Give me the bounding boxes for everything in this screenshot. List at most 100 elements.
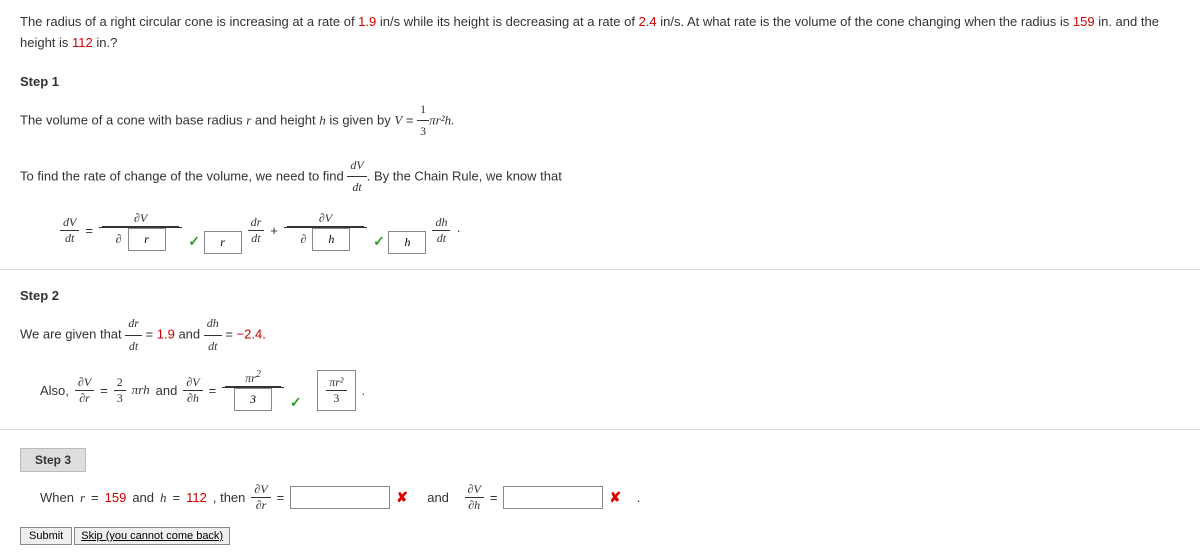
overline: ∂V [102,211,179,227]
check-icon: ✓ [373,233,385,249]
frac-drdt: drdt [248,215,265,246]
input-dvdh-value[interactable] [503,486,603,509]
step2-given: We are given that drdt = 1.9 and dhdt = … [20,313,1180,357]
n: dr [125,313,142,336]
rate-radius: 1.9 [358,14,376,29]
problem-statement: The radius of a right circular cone is i… [20,12,1180,54]
also: Also, [40,383,69,398]
frac-dhdt: dhdt [432,215,450,246]
divider [0,429,1200,430]
dot: · [456,223,460,238]
d: ∂r [251,498,270,513]
n: ∂V [465,482,484,498]
and: and [156,383,178,398]
then: , then [213,490,246,505]
step1-line2: To find the rate of change of the volume… [20,155,1180,199]
frac-dvdt: dVdt [60,215,79,246]
rate-height: 2.4 [639,14,657,29]
input-denominator-r[interactable] [128,228,166,251]
eq: = [91,490,99,505]
step2-label: Step 2 [20,288,1180,303]
frac-partial-v-r: ∂V ∂ [99,211,182,251]
d: dt [432,231,450,246]
frac-dvdh: ∂V∂h [465,482,484,513]
n: dh [204,313,222,336]
frac-dvdt: dVdt [347,155,366,199]
d: 3 [114,391,126,406]
frac-dvdh: ∂V∂h [183,375,202,406]
plus: + [270,223,278,238]
val-drdt: 1.9 [157,327,175,342]
d: ∂h [465,498,484,513]
sup2: 2 [256,369,261,380]
text: in.? [93,35,118,50]
text: in/s while its height is decreasing at a… [376,14,638,29]
partial-V: ∂V [287,211,364,226]
step1-label: Step 1 [20,74,1180,89]
input-final-h[interactable] [388,231,426,254]
input-final-r[interactable] [204,231,242,254]
r-val: 159 [105,490,127,505]
n: dh [432,215,450,231]
input-denominator-h[interactable] [312,228,350,251]
skip-button[interactable]: Skip (you cannot come back) [74,527,230,545]
d: dt [204,336,222,358]
radius-value: 159 [1073,14,1095,29]
d: ∂h [183,391,202,406]
n: dV [60,215,79,231]
pi-r2-h: πr²h. [429,112,454,127]
eq: = [222,327,237,342]
frac-partial-v-h: ∂V ∂ [284,211,367,251]
n: 2 [114,375,126,391]
text: in/s. At what rate is the volume of the … [657,14,1073,29]
and: and [132,490,154,505]
frac-dvdr: ∂V∂r [251,482,270,513]
frac-dhdt: dhdt [204,313,222,357]
text: . By the Chain Rule, we know that [367,168,562,183]
eq: = [490,490,498,505]
pi-r: πr [245,371,256,385]
d: dt [125,336,142,358]
frac-one-third: 13 [417,99,429,143]
eq: = [142,327,157,342]
dot: . [637,490,641,505]
overline: ∂V [287,211,364,227]
step2-also: Also, ∂V∂r = 23πrh and ∂V∂h = πr2 ✓ πr²3… [40,369,1180,411]
divider [0,269,1200,270]
step1-chain-rule-eq: dVdt = ∂V ∂ ✓ drdt + ∂V ∂ ✓ dhdt · [60,211,1180,251]
d: 3 [326,391,346,406]
cross-icon: ✘ [609,489,621,506]
input-dvdr-value[interactable] [290,486,390,509]
eq: = [209,383,217,398]
d: dt [60,231,79,246]
equals: = [402,112,417,127]
h: h [160,490,167,506]
check-icon: ✓ [188,233,200,249]
submit-button[interactable]: Submit [20,527,72,545]
when: When [40,490,74,505]
text: The radius of a right circular cone is i… [20,14,358,29]
step1-line1: The volume of a cone with base radius r … [20,99,1180,143]
denominator: 3 [417,121,429,143]
eq: = [100,383,108,398]
partial-V: ∂V [102,211,179,226]
step3-eq: When r = 159 and h = 112, then ∂V∂r = ✘ … [40,482,1180,513]
text: To find the rate of change of the volume… [20,168,347,183]
equals: = [85,223,93,238]
input-denom-3[interactable] [234,388,272,411]
h-val: 112 [186,490,207,505]
pi-rh: πrh [132,382,150,398]
n: ∂V [183,375,202,391]
frac-pir2-3-input: πr2 [222,369,284,411]
check-icon: ✓ [290,394,302,410]
val-dhdt: −2.4. [237,327,266,342]
denominator: dt [347,177,366,199]
n: ∂V [251,482,270,498]
d: dt [248,231,265,246]
button-row: SubmitSkip (you cannot come back) [20,527,1180,545]
eq: = [173,490,181,505]
and: and [175,327,204,342]
partial: ∂ [300,232,306,246]
text: and height [251,112,319,127]
overline: πr2 [225,369,281,387]
